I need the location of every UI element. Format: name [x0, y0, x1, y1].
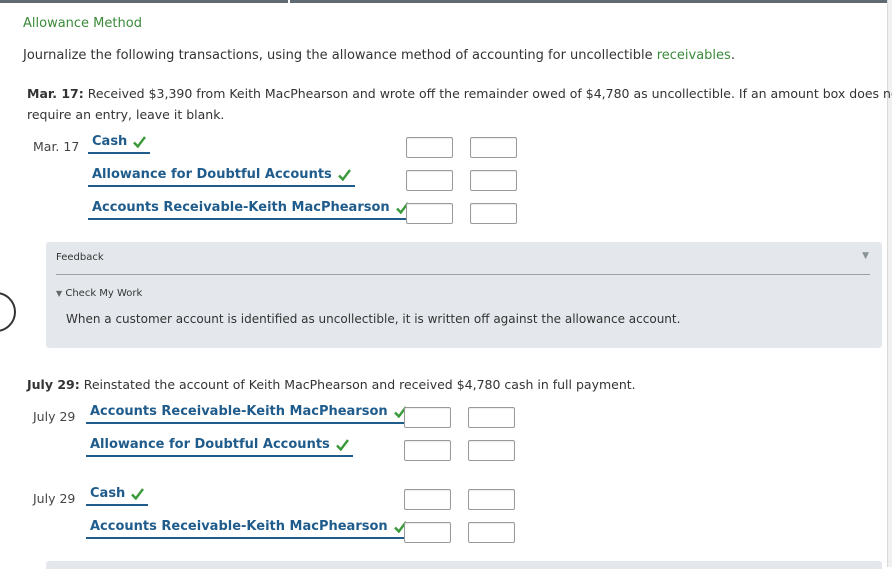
- question-mar17: Mar. 17: Received $3,390 from Keith MacP…: [27, 83, 892, 104]
- account-select-allowance[interactable]: Allowance for Doubtful Accounts: [88, 166, 355, 187]
- credit-amount-input[interactable]: [470, 170, 517, 191]
- question-text: Received $3,390 from Keith MacPhearson a…: [83, 86, 892, 101]
- checkmark-icon: [335, 439, 349, 456]
- check-my-work-toggle[interactable]: ▼ Check My Work: [56, 288, 142, 299]
- debit-amount-input[interactable]: [404, 489, 451, 510]
- question-text: Reinstated the account of Keith MacPhear…: [79, 377, 636, 392]
- debit-amount-input[interactable]: [404, 440, 451, 461]
- credit-amount-input[interactable]: [470, 137, 517, 158]
- entry-date: Mar. 17: [33, 139, 80, 154]
- entry-date: July 29: [33, 409, 76, 424]
- credit-amount-input[interactable]: [468, 440, 515, 461]
- question-july29: July 29: Reinstated the account of Keith…: [27, 374, 636, 395]
- account-select-accounts-receivable[interactable]: Accounts Receivable-Keith MacPhearson: [88, 199, 413, 220]
- question-label: July 29:: [27, 377, 80, 392]
- credit-amount-input[interactable]: [468, 489, 515, 510]
- checkmark-icon: [337, 169, 351, 186]
- collapse-arrow-icon[interactable]: ▼: [862, 251, 869, 261]
- account-select-cash[interactable]: Cash: [86, 485, 149, 506]
- feedback-title: Feedback: [56, 252, 104, 263]
- account-select-cash[interactable]: Cash: [88, 133, 151, 154]
- top-border: [0, 0, 892, 3]
- checkmark-icon: [131, 488, 145, 505]
- account-label: Accounts Receivable-Keith MacPhearson: [90, 519, 388, 534]
- debit-amount-input[interactable]: [406, 137, 453, 158]
- instructions-text: Journalize the following transactions, u…: [23, 48, 657, 63]
- check-my-work-label: Check My Work: [65, 288, 143, 299]
- triangle-down-icon: ▼: [56, 289, 63, 298]
- account-label: Cash: [90, 486, 126, 501]
- debit-amount-input[interactable]: [406, 203, 453, 224]
- section-title: Allowance Method: [23, 16, 142, 31]
- credit-amount-input[interactable]: [470, 203, 517, 224]
- debit-amount-input[interactable]: [406, 170, 453, 191]
- feedback-divider: [56, 274, 870, 275]
- account-label: Accounts Receivable-Keith MacPhearson: [90, 404, 388, 419]
- account-select-accounts-receivable[interactable]: Accounts Receivable-Keith MacPhearson: [86, 518, 411, 539]
- account-select-accounts-receivable[interactable]: Accounts Receivable-Keith MacPhearson: [86, 403, 411, 424]
- account-label: Accounts Receivable-Keith MacPhearson: [92, 200, 390, 215]
- receivables-link[interactable]: receivables: [657, 48, 731, 63]
- account-label: Allowance for Doubtful Accounts: [92, 167, 332, 182]
- account-label: Cash: [92, 134, 128, 149]
- checkmark-icon: [133, 136, 147, 153]
- question-mar17-line2: require an entry, leave it blank.: [27, 107, 225, 122]
- instructions-tail: .: [730, 48, 735, 63]
- account-label: Allowance for Doubtful Accounts: [90, 437, 330, 452]
- next-feedback-panel-edge: [46, 561, 882, 569]
- debit-amount-input[interactable]: [404, 407, 451, 428]
- account-select-allowance[interactable]: Allowance for Doubtful Accounts: [86, 436, 353, 457]
- feedback-panel: Feedback ▼ ▼ Check My Work When a custom…: [46, 242, 882, 348]
- credit-amount-input[interactable]: [468, 407, 515, 428]
- feedback-text: When a customer account is identified as…: [66, 312, 681, 326]
- circle-indicator: [0, 292, 16, 332]
- instructions: Journalize the following transactions, u…: [23, 48, 735, 63]
- entry-date: July 29: [33, 491, 76, 506]
- credit-amount-input[interactable]: [468, 522, 515, 543]
- question-label: Mar. 17:: [27, 86, 84, 101]
- debit-amount-input[interactable]: [404, 522, 451, 543]
